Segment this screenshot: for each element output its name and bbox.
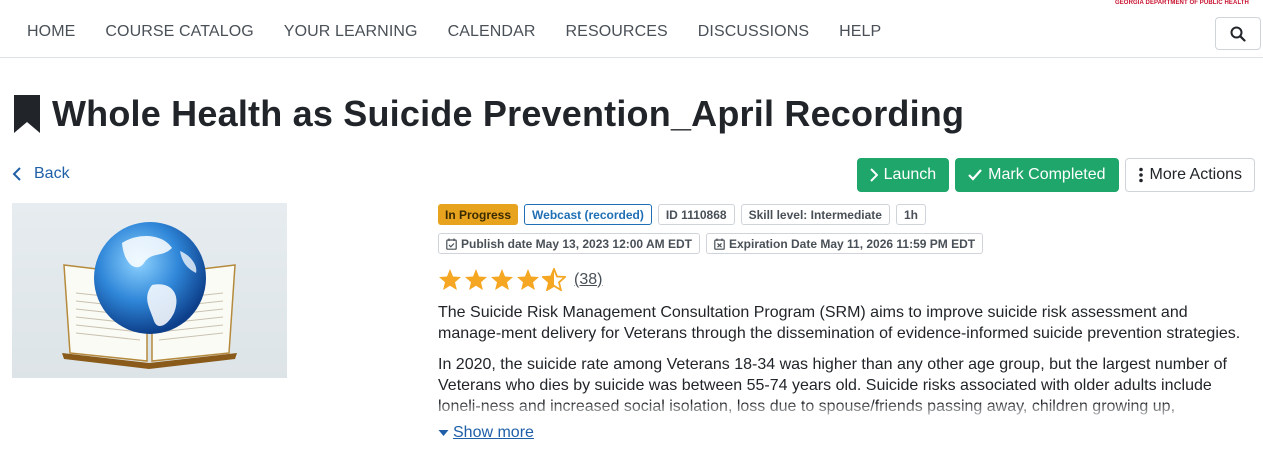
date-badges: Publish date May 13, 2023 12:00 AM EDT E…: [438, 233, 984, 254]
skill-level-badge: Skill level: Intermediate: [740, 204, 890, 225]
star-full-icon: [439, 269, 461, 290]
search-button[interactable]: [1215, 17, 1261, 50]
calendar-x-icon: [714, 238, 725, 250]
type-badge: Webcast (recorded): [524, 204, 652, 225]
rating: (38): [438, 268, 602, 291]
title-row: Whole Health as Suicide Prevention_April…: [12, 93, 964, 135]
expiration-date-badge: Expiration Date May 11, 2026 11:59 PM ED…: [705, 233, 984, 254]
show-more-button[interactable]: Show more: [438, 424, 534, 442]
course-thumbnail: [12, 203, 287, 378]
nav-item-calendar[interactable]: CALENDAR: [433, 23, 551, 41]
nav-item-discussions[interactable]: DISCUSSIONS: [683, 23, 824, 41]
expiration-date-text: Expiration Date May 11, 2026 11:59 PM ED…: [728, 236, 976, 251]
star-full-icon: [517, 269, 539, 290]
calendar-check-icon: [446, 238, 457, 250]
back-label: Back: [34, 165, 70, 182]
launch-button[interactable]: Launch: [856, 158, 950, 192]
more-actions-label: More Actions: [1149, 166, 1242, 183]
caret-down-icon: [438, 430, 449, 436]
id-badge: ID 1110868: [657, 204, 735, 225]
description-fade: [438, 404, 1253, 424]
duration-badge: 1h: [895, 204, 926, 225]
nav-item-course-catalog[interactable]: COURSE CATALOG: [90, 23, 268, 41]
globe-book-illustration: [62, 222, 237, 369]
rating-count-link[interactable]: (38): [574, 271, 602, 289]
launch-label: Launch: [883, 166, 937, 183]
chevron-right-icon: [869, 168, 878, 182]
search-icon: [1230, 26, 1246, 42]
course-description: The Suicide Risk Management Consultation…: [438, 302, 1253, 420]
nav-item-help[interactable]: HELP: [824, 23, 896, 41]
check-icon: [968, 169, 982, 181]
description-paragraph: The Suicide Risk Management Consultation…: [438, 304, 1241, 342]
more-actions-button[interactable]: More Actions: [1124, 158, 1255, 192]
nav-menu: HOME COURSE CATALOG YOUR LEARNING CALEND…: [12, 23, 896, 41]
action-buttons: Launch Mark Completed More Actions: [856, 158, 1255, 192]
star-full-icon: [465, 269, 487, 290]
bookmark-icon[interactable]: [12, 93, 42, 135]
show-more-label: Show more: [453, 424, 534, 441]
status-badge: In Progress: [438, 204, 519, 225]
mark-completed-button[interactable]: Mark Completed: [955, 158, 1119, 192]
nav-item-your-learning[interactable]: YOUR LEARNING: [269, 23, 433, 41]
publish-date-badge: Publish date May 13, 2023 12:00 AM EDT: [438, 233, 700, 254]
vertical-ellipsis-icon: [1138, 167, 1143, 183]
chevron-left-icon: [12, 167, 21, 181]
top-navigation: HOME COURSE CATALOG YOUR LEARNING CALEND…: [0, 0, 1263, 58]
star-full-icon: [491, 269, 513, 290]
publish-date-text: Publish date May 13, 2023 12:00 AM EDT: [461, 236, 692, 251]
back-link[interactable]: Back: [12, 165, 70, 183]
nav-item-resources[interactable]: RESOURCES: [551, 23, 683, 41]
nav-item-home[interactable]: HOME: [12, 23, 90, 41]
star-half-icon: [542, 268, 566, 291]
mark-completed-label: Mark Completed: [988, 166, 1106, 183]
page-title: Whole Health as Suicide Prevention_April…: [52, 93, 965, 134]
course-badges: In Progress Webcast (recorded) ID 111086…: [438, 204, 926, 225]
